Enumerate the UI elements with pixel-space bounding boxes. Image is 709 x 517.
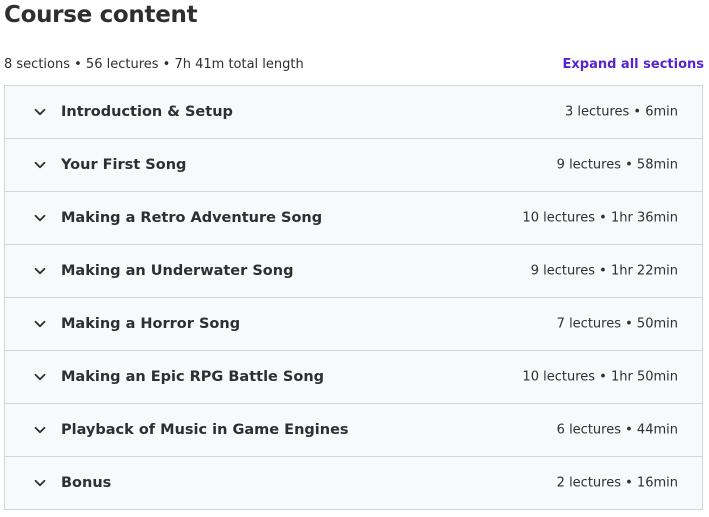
section-title: Making an Underwater Song bbox=[61, 263, 294, 279]
section-meta: 9 lectures • 58min bbox=[556, 157, 678, 173]
chevron-down-icon bbox=[34, 373, 46, 381]
section-header[interactable]: Making an Epic RPG Battle Song 10 lectur… bbox=[5, 351, 702, 404]
section-header[interactable]: Your First Song 9 lectures • 58min bbox=[5, 139, 702, 192]
section-meta: 3 lectures • 6min bbox=[564, 104, 678, 120]
section-meta: 7 lectures • 50min bbox=[556, 316, 678, 332]
chevron-down-icon bbox=[34, 479, 46, 487]
chevron-down-icon bbox=[34, 214, 46, 222]
section-title: Bonus bbox=[61, 475, 112, 491]
section-header[interactable]: Introduction & Setup 3 lectures • 6min bbox=[5, 86, 702, 139]
chevron-down-icon bbox=[34, 426, 46, 434]
section-title: Making a Retro Adventure Song bbox=[61, 210, 323, 226]
chevron-down-icon bbox=[34, 320, 46, 328]
section-title: Making a Horror Song bbox=[61, 316, 241, 332]
section-title: Introduction & Setup bbox=[61, 104, 233, 120]
expand-all-sections-button[interactable]: Expand all sections bbox=[563, 56, 705, 74]
section-header[interactable]: Playback of Music in Game Engines 6 lect… bbox=[5, 404, 702, 457]
section-meta: 10 lectures • 1hr 36min bbox=[522, 210, 678, 226]
section-meta: 2 lectures • 16min bbox=[556, 475, 678, 491]
chevron-down-icon bbox=[34, 267, 46, 275]
section-title: Making an Epic RPG Battle Song bbox=[61, 369, 325, 385]
course-summary: 8 sections • 56 lectures • 7h 41m total … bbox=[4, 57, 304, 72]
section-header[interactable]: Making an Underwater Song 9 lectures • 1… bbox=[5, 245, 702, 298]
section-title: Your First Song bbox=[61, 157, 187, 173]
section-header[interactable]: Making a Horror Song 7 lectures • 50min bbox=[5, 298, 702, 351]
section-meta: 10 lectures • 1hr 50min bbox=[522, 369, 678, 385]
chevron-down-icon bbox=[34, 161, 46, 169]
course-summary-row: 8 sections • 56 lectures • 7h 41m total … bbox=[4, 56, 704, 74]
section-title: Playback of Music in Game Engines bbox=[61, 422, 349, 438]
section-header[interactable]: Making a Retro Adventure Song 10 lecture… bbox=[5, 192, 702, 245]
chevron-down-icon bbox=[34, 108, 46, 116]
page-title: Course content bbox=[4, 2, 198, 28]
section-meta: 9 lectures • 1hr 22min bbox=[530, 263, 678, 279]
section-meta: 6 lectures • 44min bbox=[556, 422, 678, 438]
section-header[interactable]: Bonus 2 lectures • 16min bbox=[5, 457, 702, 509]
course-sections-list: Introduction & Setup 3 lectures • 6min Y… bbox=[4, 85, 703, 510]
